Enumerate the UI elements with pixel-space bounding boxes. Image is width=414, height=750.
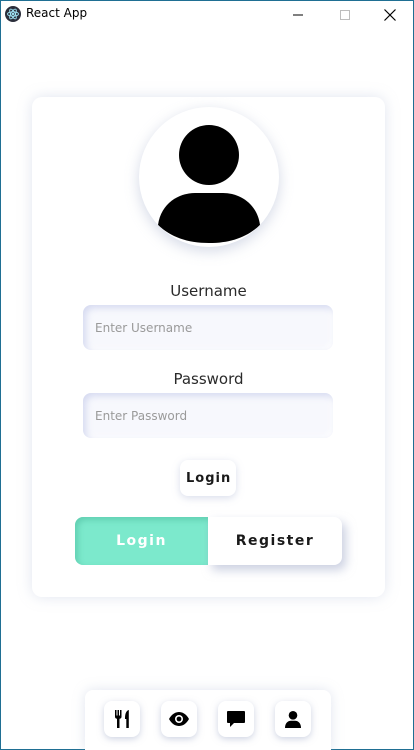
user-avatar-icon [158,125,260,243]
minimize-icon [293,14,303,15]
minimize-button[interactable] [275,1,321,28]
nav-chat-button[interactable] [218,701,254,737]
auth-mode-toggle: Login Register [75,517,342,567]
utensils-icon [115,710,129,728]
user-icon [285,710,301,728]
title-bar: React App [1,1,413,28]
window-title: React App [26,6,88,20]
maximize-button[interactable] [322,1,368,28]
password-label: Password [173,370,244,388]
close-button[interactable] [367,1,413,28]
login-tab[interactable]: Login [75,517,208,565]
username-label: Username [170,282,247,300]
bottom-nav [85,690,331,750]
nav-view-button[interactable] [161,701,197,737]
electron-icon [5,6,21,22]
close-icon [384,8,396,21]
eye-icon [169,712,189,726]
login-submit-button[interactable]: Login [180,460,236,496]
comment-icon [227,711,245,727]
nav-profile-button[interactable] [275,701,311,737]
maximize-icon [340,9,350,20]
username-input[interactable] [83,305,333,350]
app-window: React App Username Password [0,0,414,750]
avatar [139,107,279,247]
login-card: Username Password Login Login Register [32,97,385,597]
password-input[interactable] [83,393,333,438]
register-tab[interactable]: Register [208,517,342,565]
nav-menu-button[interactable] [104,701,140,737]
